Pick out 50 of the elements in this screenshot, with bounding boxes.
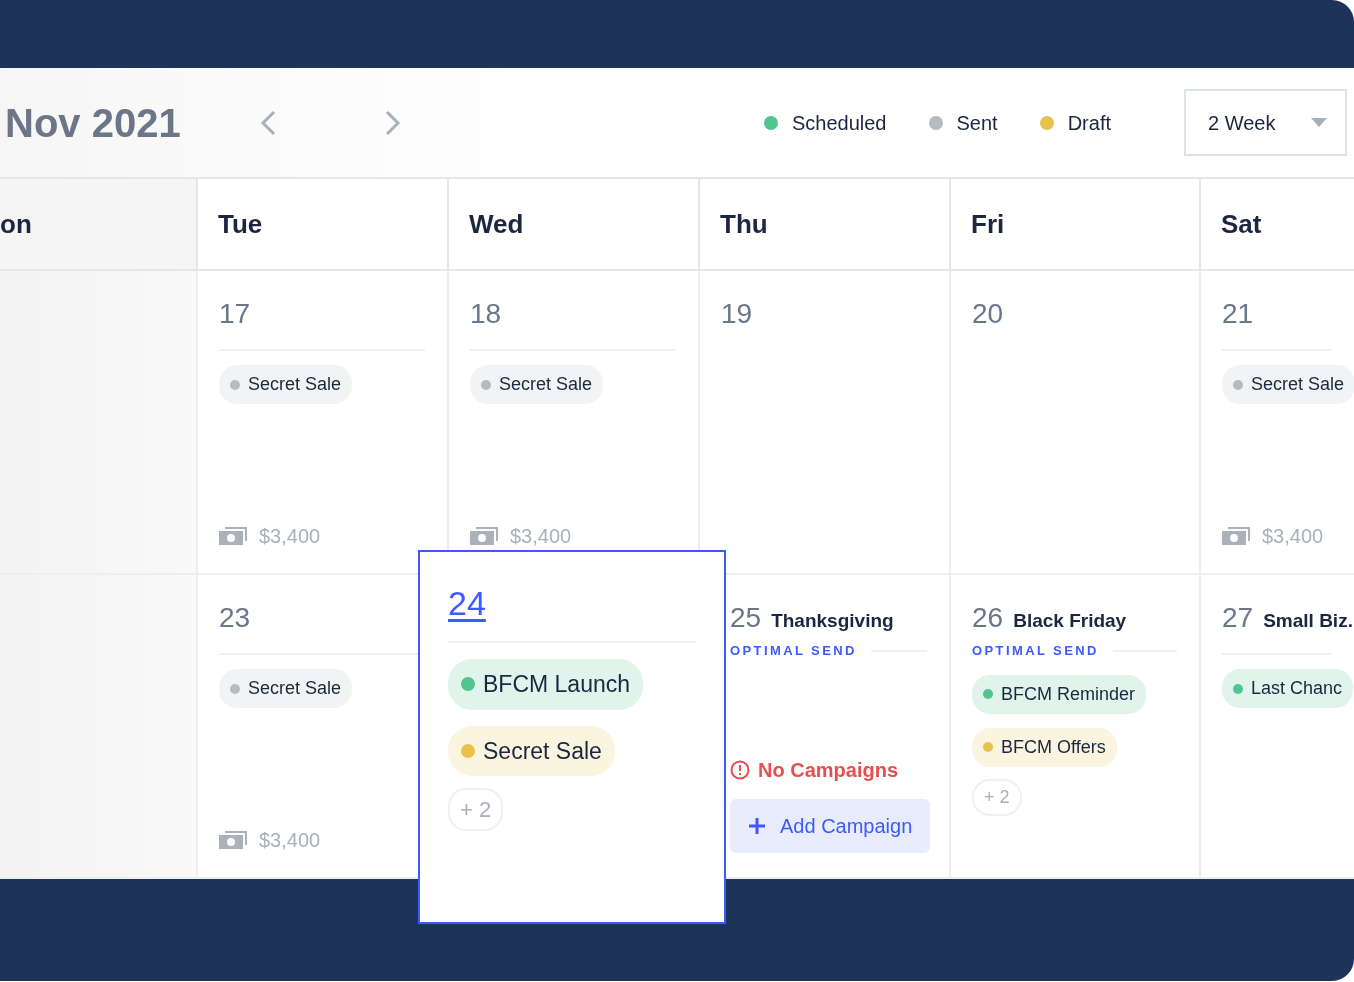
revenue-amount: $3,400 (510, 524, 572, 549)
weekday-header: Fri (949, 179, 1199, 271)
campaign-pill[interactable]: Secret Sale (1222, 365, 1354, 404)
revenue-amount: $3,400 (259, 828, 321, 853)
day-number: 18 (470, 297, 502, 331)
optimal-send-label: OPTIMAL SEND (972, 642, 1099, 660)
legend-label: Draft (1067, 110, 1111, 136)
campaign-pill[interactable]: Secret Sale (470, 365, 604, 404)
campaign-pill[interactable]: Secret Sale (219, 669, 353, 708)
holiday-label: Small Biz.. (1263, 609, 1354, 633)
view-select[interactable]: 2 Week (1184, 89, 1347, 156)
day-number: 17 (219, 297, 251, 331)
day-number: 23 (219, 601, 251, 635)
campaign-pill[interactable]: Last Chanc (1222, 669, 1354, 708)
chevron-left-icon[interactable] (258, 108, 277, 137)
day-number: 19 (721, 297, 753, 331)
revenue-amount: $3,400 (259, 524, 321, 549)
caret-icon (1311, 118, 1327, 127)
weekday-header: Tue (196, 179, 447, 271)
campaign-pill[interactable]: BFCM Reminder (972, 674, 1147, 714)
holiday-label: Thanksgiving (771, 609, 894, 633)
cash-icon (1222, 527, 1250, 545)
day-number: 26 (972, 601, 1004, 635)
plus-icon (748, 817, 766, 835)
cash-icon (470, 527, 498, 545)
day-number: 21 (1222, 297, 1254, 331)
day-number: 27 (1222, 601, 1254, 635)
campaign-pill[interactable]: BFCM Launch (448, 659, 643, 710)
alert-icon (730, 760, 750, 780)
weekday-header: Sat (1199, 179, 1354, 271)
cash-icon (219, 831, 247, 849)
legend-label: Sent (956, 110, 998, 136)
weekday-header: Wed (447, 179, 698, 271)
revenue-amount: $3,400 (1262, 524, 1324, 549)
optimal-send-label: OPTIMAL SEND (730, 642, 857, 660)
holiday-label: Black Friday (1013, 609, 1127, 633)
cash-icon (219, 527, 247, 545)
weekday-header: on (0, 179, 196, 271)
legend-label: Scheduled (791, 110, 887, 136)
day-number: 20 (972, 297, 1004, 331)
add-campaign-button[interactable]: Add Campaign (730, 799, 931, 853)
no-campaigns-text: No Campaigns (758, 758, 899, 783)
day-number[interactable]: 24 (448, 578, 486, 629)
campaign-pill[interactable]: Secret Sale (448, 725, 615, 776)
campaign-pill[interactable]: Secret Sale (219, 365, 353, 404)
day-number: 25 (730, 601, 762, 635)
campaign-pill[interactable]: BFCM Offers (972, 727, 1117, 767)
month-title: Nov 2021 (5, 99, 181, 147)
chevron-right-icon[interactable] (383, 108, 402, 137)
weekday-header: Thu (698, 179, 949, 271)
